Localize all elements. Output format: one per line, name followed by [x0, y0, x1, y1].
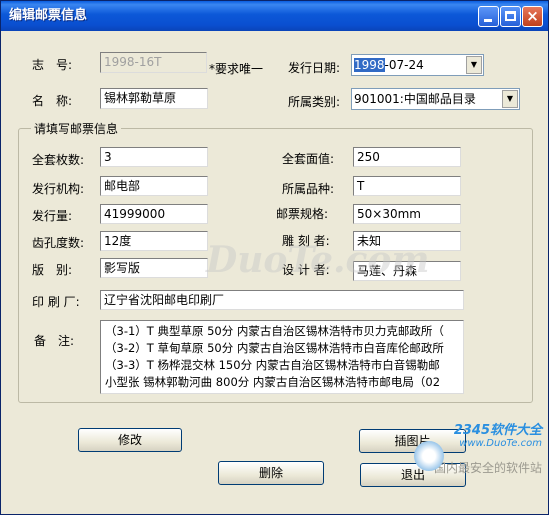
modify-button[interactable]: 修改 — [78, 428, 182, 452]
remarks-label: 备 注: — [34, 334, 75, 348]
brand-badge-icon — [414, 441, 444, 471]
variety-field[interactable]: T — [353, 176, 461, 196]
set-count-field[interactable]: 3 — [100, 147, 208, 167]
close-button[interactable]: × — [522, 6, 543, 27]
quantity-label: 发行量: — [32, 209, 73, 223]
watermark-brand: 2345软件大全 www.DuoTe.com 国内最安全的软件站 — [414, 419, 542, 476]
face-value-field[interactable]: 250 — [353, 147, 461, 167]
remarks-line: 小型张 锡林郭勒河曲 800分 内蒙古自治区锡林浩特市邮电局（02 — [105, 375, 441, 389]
edition-label: 版 别: — [32, 263, 73, 277]
delete-button[interactable]: 删除 — [218, 461, 324, 485]
name-field[interactable]: 锡林郭勒草原 — [100, 88, 208, 109]
serial-field[interactable]: 1998-16T — [100, 52, 207, 73]
issuer-label: 发行机构: — [32, 182, 85, 196]
issue-date-year: 1998 — [354, 58, 385, 72]
chevron-down-icon[interactable]: ▼ — [502, 90, 518, 108]
minimize-icon — [484, 19, 492, 22]
watermark-text: DuoTe.com — [206, 239, 430, 281]
quantity-field[interactable]: 41999000 — [100, 204, 208, 224]
title-bar[interactable]: 编辑邮票信息 × — [1, 1, 548, 31]
unique-note: *要求唯一 — [209, 62, 264, 76]
edit-stamp-window: 编辑邮票信息 × 志 号: 1998-16T *要求唯一 发行日期: 1998-… — [0, 0, 549, 515]
category-label: 所属类别: — [288, 95, 341, 109]
remarks-textarea[interactable]: （3-1）T 典型草原 50分 内蒙古自治区锡林浩特市贝力克邮政所（ （3-2）… — [100, 320, 464, 394]
chevron-down-icon[interactable]: ▼ — [466, 56, 482, 74]
category-value: 901001:中国邮品目录 — [354, 92, 476, 106]
minimize-button[interactable] — [478, 6, 499, 27]
close-icon: × — [526, 7, 539, 25]
edition-field[interactable]: 影写版 — [100, 258, 208, 278]
issuer-field[interactable]: 邮电部 — [100, 176, 208, 196]
printer-label: 印 刷 厂: — [32, 295, 80, 309]
name-label: 名 称: — [32, 94, 73, 108]
perforation-field[interactable]: 12度 — [100, 231, 208, 251]
perforation-label: 齿孔度数: — [32, 236, 85, 250]
issue-date-label: 发行日期: — [288, 61, 341, 75]
size-field[interactable]: 50×30mm — [353, 204, 461, 224]
maximize-icon — [505, 11, 516, 21]
window-title: 编辑邮票信息 — [9, 8, 88, 23]
issue-date-picker[interactable]: 1998-07-24 ▼ — [351, 54, 484, 76]
remarks-line: （3-1）T 典型草原 50分 内蒙古自治区锡林浩特市贝力克邮政所（ — [105, 324, 444, 338]
category-select[interactable]: 901001:中国邮品目录 ▼ — [351, 88, 520, 110]
remarks-line: （3-3）T 杨桦混交林 150分 内蒙古自治区锡林浩特市白音锡勒邮 — [105, 358, 440, 372]
issue-date-rest: -07-24 — [384, 58, 424, 72]
printer-field[interactable]: 辽宁省沈阳邮电印刷厂 — [100, 290, 464, 310]
variety-label: 所属品种: — [282, 182, 335, 196]
face-value-label: 全套面值: — [282, 152, 335, 166]
brand-logo: 2345软件大全 — [453, 423, 542, 438]
remarks-line: （3-2）T 草甸草原 50分 内蒙古自治区锡林浩特市白音库伦邮政所 — [105, 341, 444, 355]
size-label: 邮票规格: — [276, 207, 329, 221]
group-title: 请填写邮票信息 — [31, 120, 122, 137]
set-count-label: 全套枚数: — [32, 153, 85, 167]
maximize-button[interactable] — [500, 6, 521, 27]
serial-label: 志 号: — [32, 58, 73, 72]
